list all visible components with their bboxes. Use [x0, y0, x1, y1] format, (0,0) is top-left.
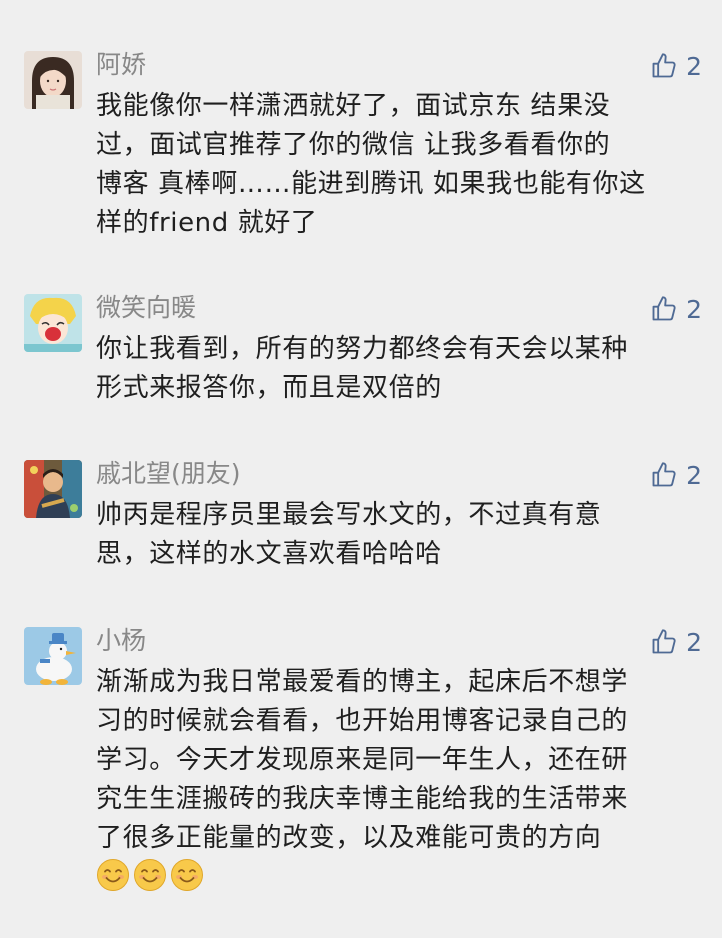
commenter-name[interactable]: 阿娇	[96, 49, 146, 81]
thumbs-up-icon	[650, 628, 678, 656]
commenter-name[interactable]: 小杨	[96, 625, 146, 657]
like-button[interactable]: 2	[650, 627, 702, 657]
smile-emoji-icon	[170, 858, 204, 892]
like-button[interactable]: 2	[650, 51, 702, 81]
comment-text: 你让我看到，所有的努力都终会有天会以某种 形式来报答你，而且是双倍的	[96, 334, 629, 403]
smile-emoji-icon	[96, 858, 130, 892]
comment-text: 渐渐成为我日常最爱看的博主，起床后不想学 习的时候就会看看，也开始用博客记录自己…	[96, 667, 629, 853]
thumbs-up-icon	[650, 295, 678, 323]
commenter-name[interactable]: 戚北望(朋友)	[96, 458, 241, 490]
comment-text: 我能像你一样潇洒就好了，面试京东 结果没 过，面试官推荐了你的微信 让我多看看你…	[96, 91, 646, 238]
avatar[interactable]	[24, 294, 82, 352]
thumbs-up-icon	[650, 52, 678, 80]
emoji-row	[96, 858, 204, 892]
avatar[interactable]	[24, 627, 82, 685]
commenter-name[interactable]: 微笑向暖	[96, 292, 196, 324]
like-count: 2	[686, 627, 702, 657]
avatar[interactable]	[24, 51, 82, 109]
like-count: 2	[686, 51, 702, 81]
like-count: 2	[686, 460, 702, 490]
like-count: 2	[686, 294, 702, 324]
comment-text: 帅丙是程序员里最会写水文的，不过真有意 思，这样的水文喜欢看哈哈哈	[96, 500, 602, 569]
avatar[interactable]	[24, 460, 82, 518]
smile-emoji-icon	[133, 858, 167, 892]
like-button[interactable]: 2	[650, 294, 702, 324]
thumbs-up-icon	[650, 461, 678, 489]
like-button[interactable]: 2	[650, 460, 702, 490]
